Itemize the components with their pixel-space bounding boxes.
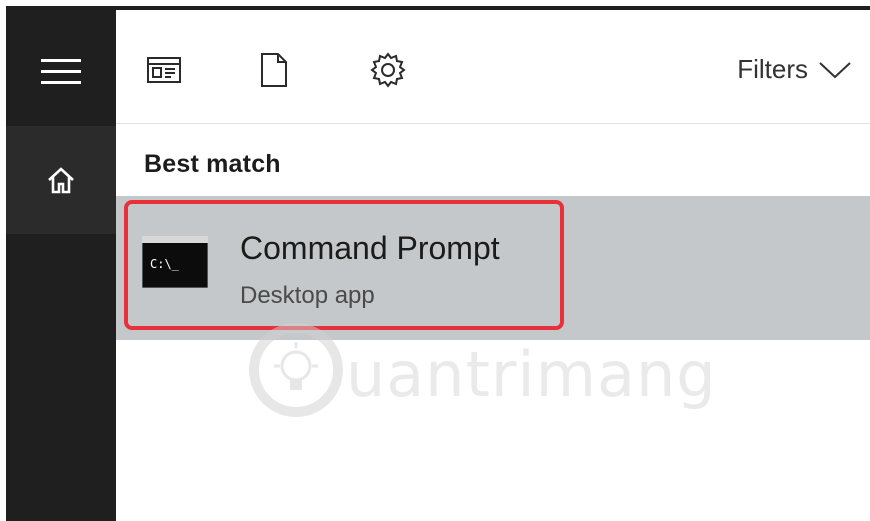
filters-dropdown[interactable]: Filters bbox=[737, 54, 852, 85]
result-subtitle: Desktop app bbox=[240, 282, 375, 309]
apps-icon bbox=[147, 57, 181, 83]
settings-filter-button[interactable] bbox=[370, 52, 406, 88]
search-results-panel: Filters Best match C:\_ Command Prompt D… bbox=[116, 10, 870, 521]
search-toolbar: Filters bbox=[116, 10, 870, 124]
hamburger-menu-button[interactable] bbox=[6, 14, 116, 129]
left-rail bbox=[6, 6, 116, 521]
best-match-heading: Best match bbox=[144, 150, 281, 178]
documents-filter-button[interactable] bbox=[256, 52, 292, 88]
command-prompt-icon-text: C:\_ bbox=[150, 257, 180, 271]
command-prompt-icon: C:\_ bbox=[142, 236, 208, 288]
apps-filter-button[interactable] bbox=[146, 52, 182, 88]
settings-gear-icon bbox=[370, 52, 406, 88]
hamburger-menu-icon bbox=[41, 58, 81, 84]
home-button[interactable] bbox=[6, 126, 116, 234]
home-icon bbox=[48, 167, 74, 194]
command-prompt-result[interactable]: C:\_ Command Prompt Desktop app bbox=[116, 196, 870, 340]
documents-icon bbox=[261, 53, 287, 87]
chevron-down-icon bbox=[819, 61, 851, 78]
result-title: Command Prompt bbox=[240, 230, 500, 266]
search-window: Filters Best match C:\_ Command Prompt D… bbox=[6, 6, 870, 521]
filters-label: Filters bbox=[737, 54, 808, 84]
